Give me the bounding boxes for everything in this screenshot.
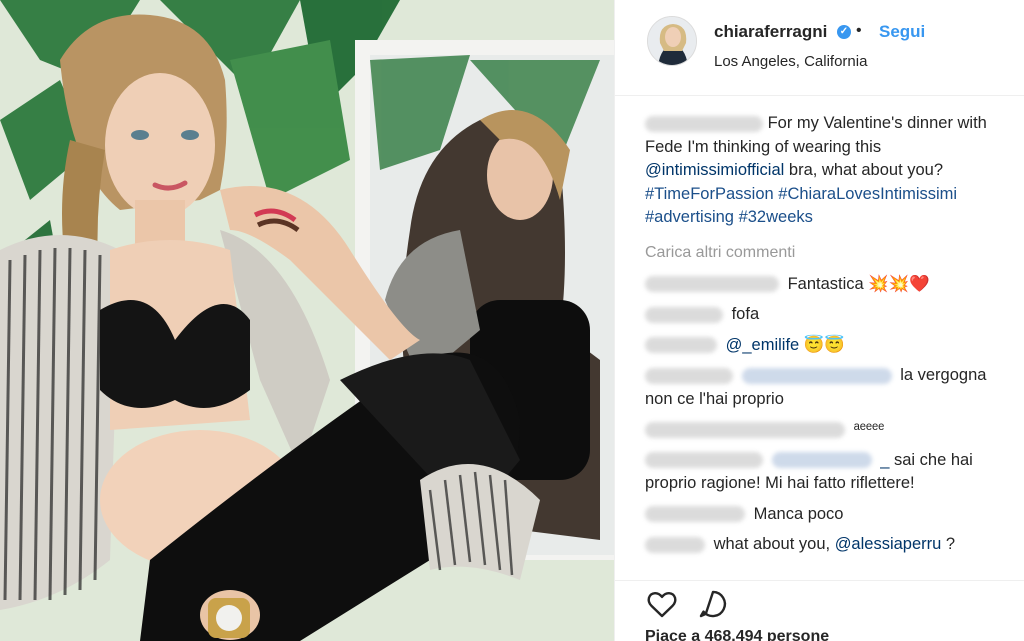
commenter-blurred[interactable] bbox=[645, 421, 845, 438]
comment-mention[interactable]: _ bbox=[880, 451, 889, 469]
mention-blurred[interactable] bbox=[771, 452, 872, 469]
author-name-blurred[interactable] bbox=[645, 115, 763, 132]
comment-emoji: 💥💥❤️ bbox=[868, 274, 930, 293]
comment-item: la vergogna non ce l'hai proprio bbox=[645, 364, 1005, 411]
comment-item: fofa bbox=[645, 303, 1005, 327]
comment-item: @_emilife 😇😇 bbox=[645, 334, 1005, 358]
comment-text: ᵃᵉᵉᵉᵉ bbox=[853, 420, 885, 438]
comment-mention[interactable]: @_emilife bbox=[726, 336, 800, 354]
comment-text: what about you, bbox=[713, 535, 831, 553]
commenter-blurred[interactable] bbox=[645, 306, 723, 323]
avatar[interactable] bbox=[647, 16, 697, 66]
commenter-blurred[interactable] bbox=[645, 276, 779, 293]
commenter-blurred[interactable] bbox=[645, 337, 717, 354]
mention-blurred[interactable] bbox=[741, 367, 892, 384]
comment-item: ᵃᵉᵉᵉᵉ bbox=[645, 418, 1005, 442]
commenter-blurred[interactable] bbox=[645, 452, 763, 469]
comment-item: Fantastica 💥💥❤️ bbox=[645, 273, 1005, 297]
follow-button[interactable]: Segui bbox=[879, 22, 925, 42]
comment-bubble-icon[interactable] bbox=[696, 587, 730, 621]
caption-mention[interactable]: @intimissimiofficial bbox=[645, 161, 784, 179]
commenter-blurred[interactable] bbox=[645, 367, 733, 384]
comment-text: Manca poco bbox=[753, 504, 844, 523]
comment-text-2: ? bbox=[945, 535, 956, 553]
commenter-blurred[interactable] bbox=[645, 536, 705, 553]
comment-emoji: 😇😇 bbox=[803, 335, 845, 354]
hashtag-link[interactable]: #TimeForPassion bbox=[645, 185, 774, 203]
heart-icon[interactable] bbox=[645, 587, 679, 621]
comments-list: For my Valentine's dinner with Fede I'm … bbox=[645, 112, 1005, 557]
comment-text: Fantastica bbox=[787, 274, 864, 293]
verified-badge-icon: ✓ bbox=[837, 25, 851, 39]
caption-text-2: bra, what about you? bbox=[788, 161, 944, 179]
post-side-panel: chiaraferragni ✓ • Segui Los Angeles, Ca… bbox=[614, 0, 1024, 641]
location-link[interactable]: Los Angeles, California bbox=[714, 53, 867, 70]
separator-dot: • bbox=[856, 22, 862, 39]
load-more-comments-button[interactable]: Carica altri commenti bbox=[645, 240, 1005, 266]
commenter-blurred[interactable] bbox=[645, 506, 745, 523]
username-link[interactable]: chiaraferragni bbox=[714, 22, 827, 42]
comment-item: _ sai che hai proprio ragione! Mi hai fa… bbox=[645, 449, 1005, 496]
comment-item: Manca poco bbox=[645, 503, 1005, 527]
hashtag-link[interactable]: #ChiaraLovesIntimissimi bbox=[778, 185, 957, 203]
post-caption: For my Valentine's dinner with Fede I'm … bbox=[645, 112, 1005, 230]
hashtag-link[interactable]: #advertising bbox=[645, 208, 734, 226]
hashtag-link[interactable]: #32weeks bbox=[739, 208, 813, 226]
likes-count[interactable]: Piace a 468.494 persone bbox=[645, 628, 829, 641]
comment-mention[interactable]: @alessiaperru bbox=[835, 535, 942, 553]
action-bar: Piace a 468.494 persone bbox=[615, 580, 1024, 641]
comment-text: fofa bbox=[731, 305, 760, 323]
post-header: chiaraferragni ✓ • Segui Los Angeles, Ca… bbox=[615, 0, 1024, 96]
photo-illustration bbox=[0, 0, 614, 641]
comment-item: what about you, @alessiaperru ? bbox=[645, 533, 1005, 557]
post-photo[interactable] bbox=[0, 0, 614, 641]
